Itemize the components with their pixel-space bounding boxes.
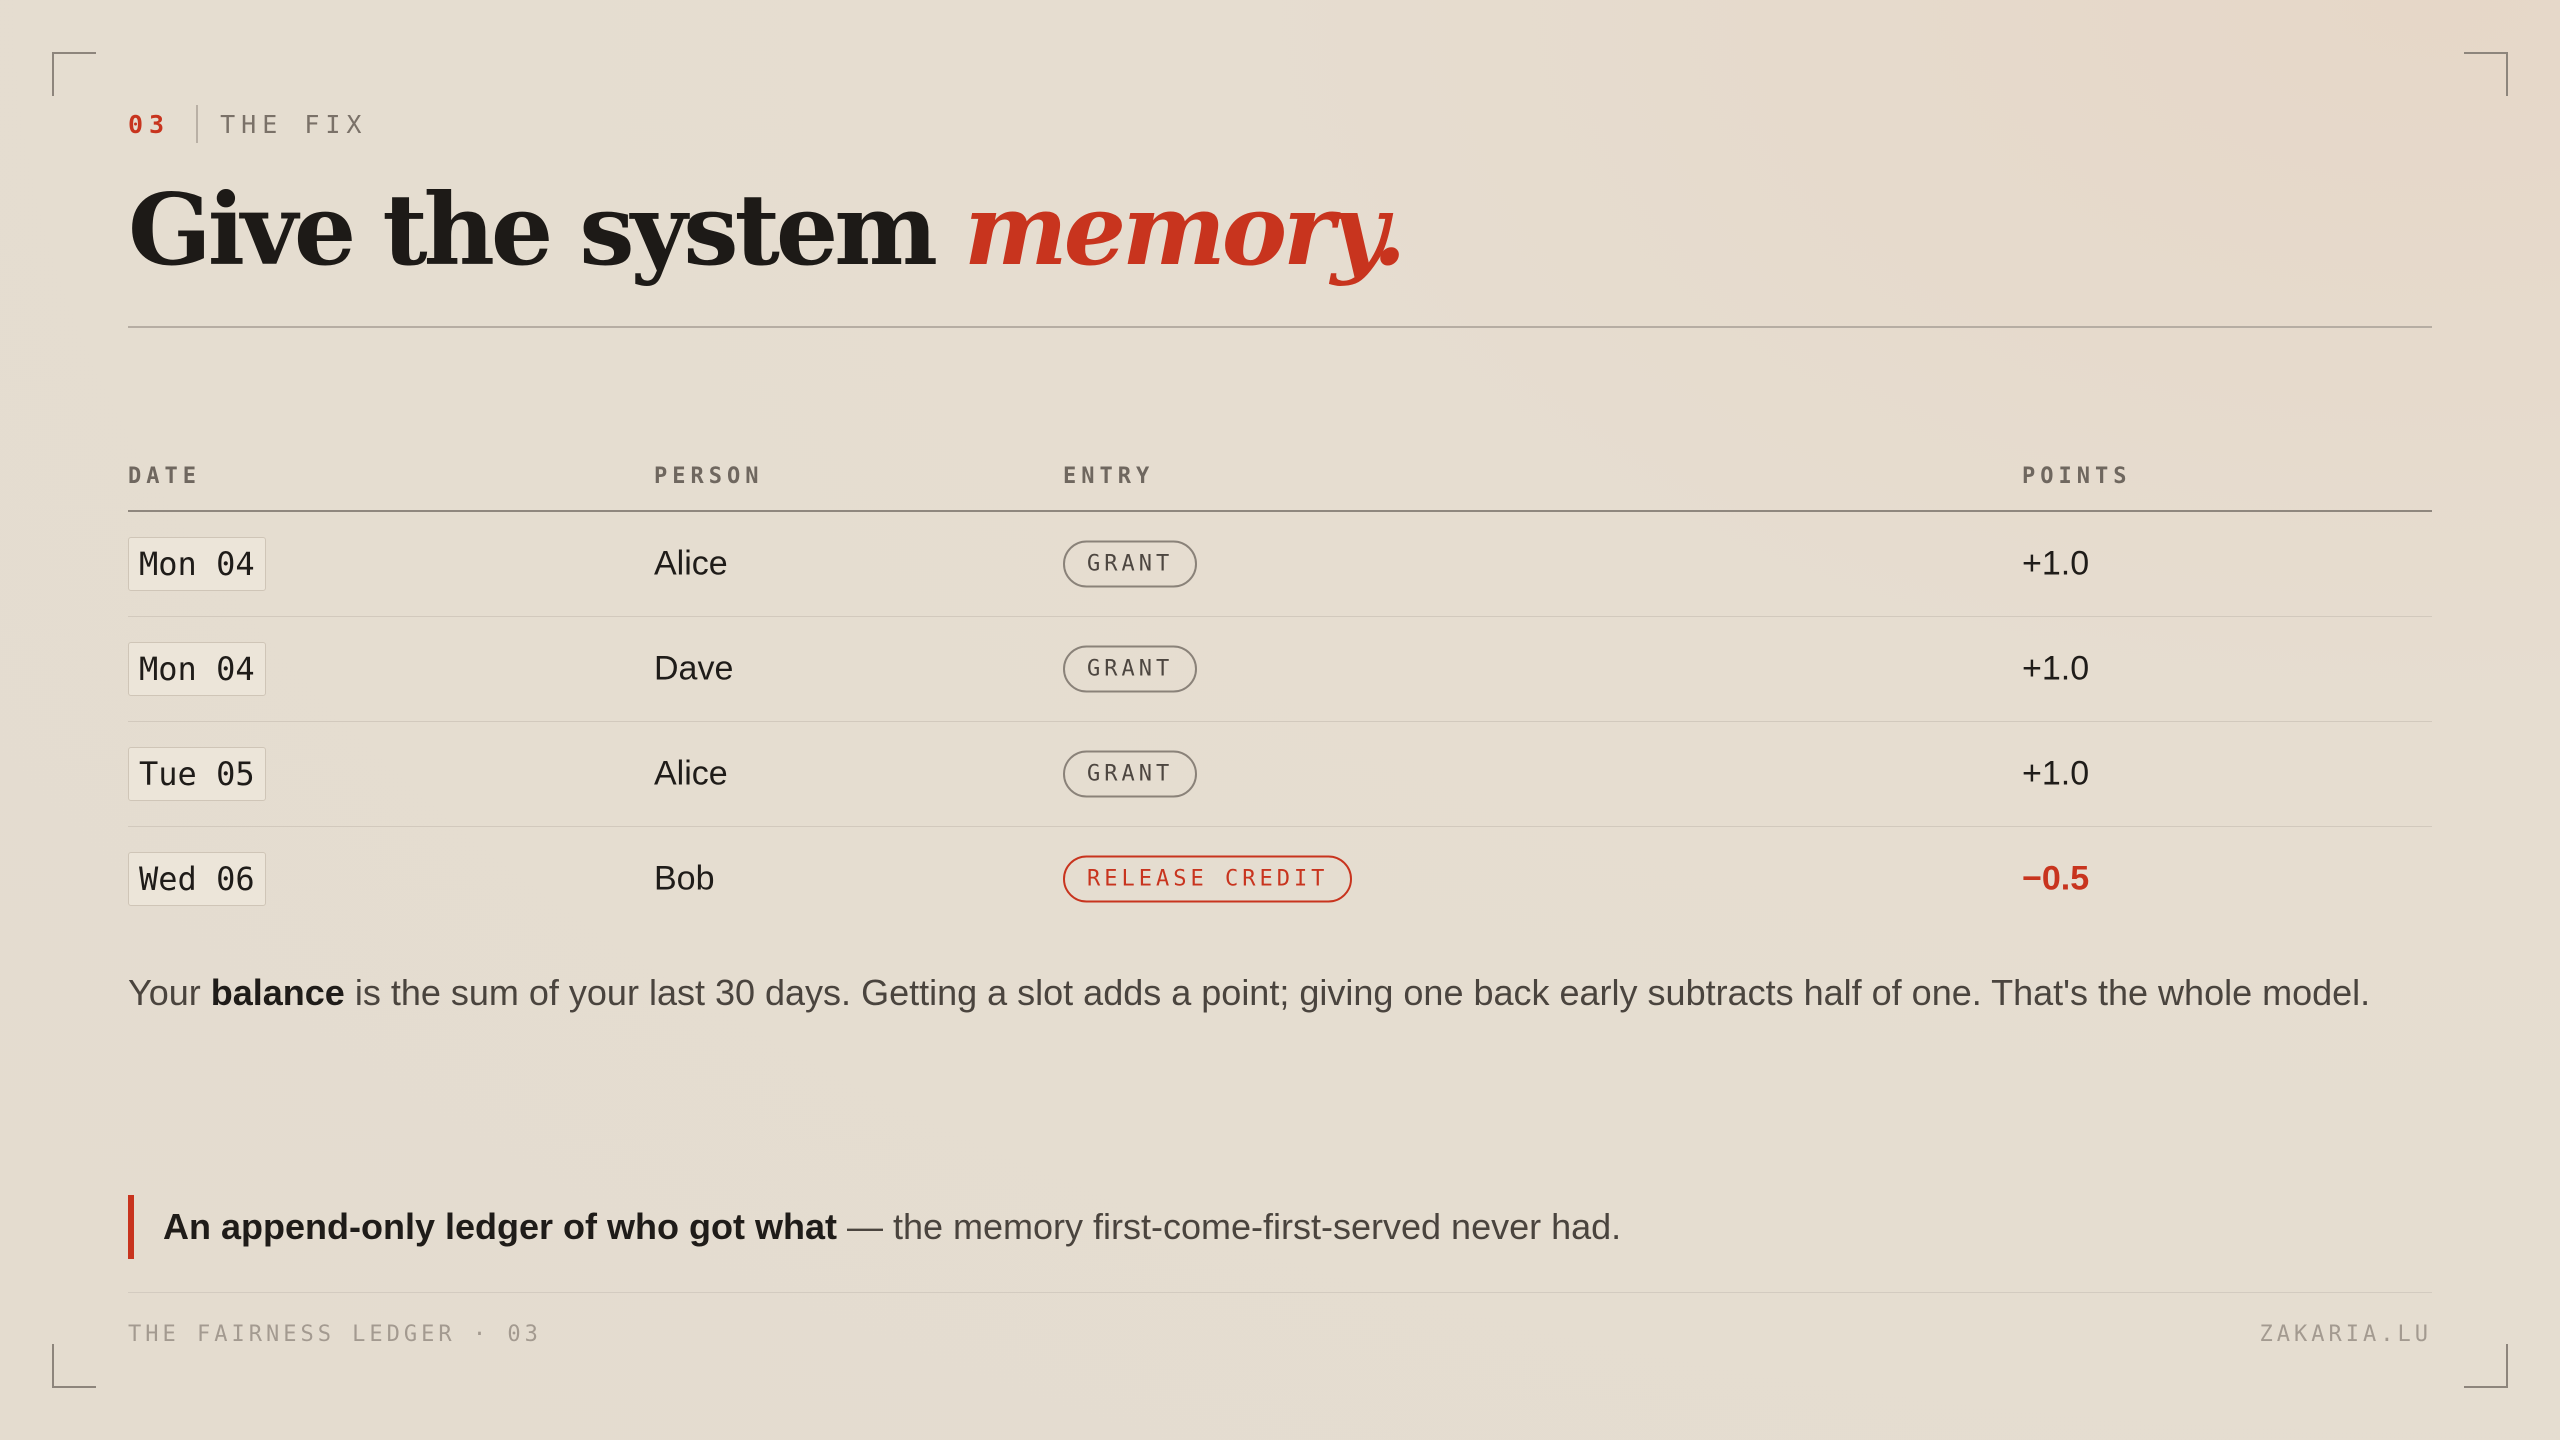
table-row: Mon 04 Alice GRANT +1.0 bbox=[128, 512, 2432, 617]
ledger-header-row: DATE PERSON ENTRY POINTS bbox=[128, 456, 2432, 512]
column-header-points: POINTS bbox=[2022, 464, 2132, 489]
slide: 03 THE FIX Give the system memory. DATE … bbox=[128, 0, 2432, 1440]
section-number: 03 bbox=[128, 109, 171, 139]
corner-mark-bottom-left bbox=[52, 1344, 96, 1388]
footer-divider bbox=[128, 1292, 2432, 1293]
table-row: Wed 06 Bob RELEASE CREDIT −0.5 bbox=[128, 827, 2432, 931]
title-main: Give the system bbox=[128, 173, 938, 288]
row-date: Tue 05 bbox=[128, 747, 266, 801]
row-person: Alice bbox=[654, 544, 728, 583]
callout-quote: An append-only ledger of who got what — … bbox=[128, 1195, 1621, 1259]
entry-badge: GRANT bbox=[1063, 645, 1198, 693]
column-header-entry: ENTRY bbox=[1063, 464, 1155, 489]
callout-rest: — the memory first-come-first-served nev… bbox=[836, 1206, 1622, 1247]
footer-site-label: ZAKARIA.LU bbox=[2259, 1322, 2432, 1347]
entry-badge-release-credit: RELEASE CREDIT bbox=[1063, 855, 1353, 903]
summary-paragraph: Your balance is the sum of your last 30 … bbox=[128, 964, 2432, 1021]
callout-bold: An append-only ledger of who got what bbox=[163, 1206, 837, 1247]
page-title: Give the system memory. bbox=[128, 166, 1407, 296]
title-divider bbox=[128, 326, 2432, 328]
summary-lead: Your bbox=[128, 972, 211, 1013]
row-points: +1.0 bbox=[2022, 754, 2090, 793]
corner-mark-top-right bbox=[2464, 52, 2508, 96]
row-points: +1.0 bbox=[2022, 649, 2090, 688]
row-points-negative: −0.5 bbox=[2022, 859, 2090, 898]
summary-rest: is the sum of your last 30 days. Getting… bbox=[344, 972, 2371, 1013]
summary-bold-term: balance bbox=[210, 972, 345, 1013]
corner-mark-top-left bbox=[52, 52, 96, 96]
section-eyebrow: 03 THE FIX bbox=[128, 104, 367, 144]
entry-badge: GRANT bbox=[1063, 750, 1198, 798]
row-person: Bob bbox=[654, 859, 715, 898]
table-row: Mon 04 Dave GRANT +1.0 bbox=[128, 617, 2432, 722]
row-person: Alice bbox=[654, 754, 728, 793]
entry-badge: GRANT bbox=[1063, 540, 1198, 588]
row-date: Mon 04 bbox=[128, 642, 266, 696]
section-divider bbox=[196, 105, 199, 143]
row-points: +1.0 bbox=[2022, 544, 2090, 583]
corner-mark-bottom-right bbox=[2464, 1344, 2508, 1388]
row-date: Mon 04 bbox=[128, 537, 266, 591]
title-accent: memory. bbox=[964, 173, 1407, 288]
ledger-table: DATE PERSON ENTRY POINTS Mon 04 Alice GR… bbox=[128, 456, 2432, 931]
row-date: Wed 06 bbox=[128, 852, 266, 906]
column-header-person: PERSON bbox=[654, 464, 764, 489]
section-label: THE FIX bbox=[220, 109, 368, 139]
row-person: Dave bbox=[654, 649, 734, 688]
footer-deck-label: THE FAIRNESS LEDGER · 03 bbox=[128, 1322, 542, 1347]
table-row: Tue 05 Alice GRANT +1.0 bbox=[128, 722, 2432, 827]
column-header-date: DATE bbox=[128, 464, 201, 489]
